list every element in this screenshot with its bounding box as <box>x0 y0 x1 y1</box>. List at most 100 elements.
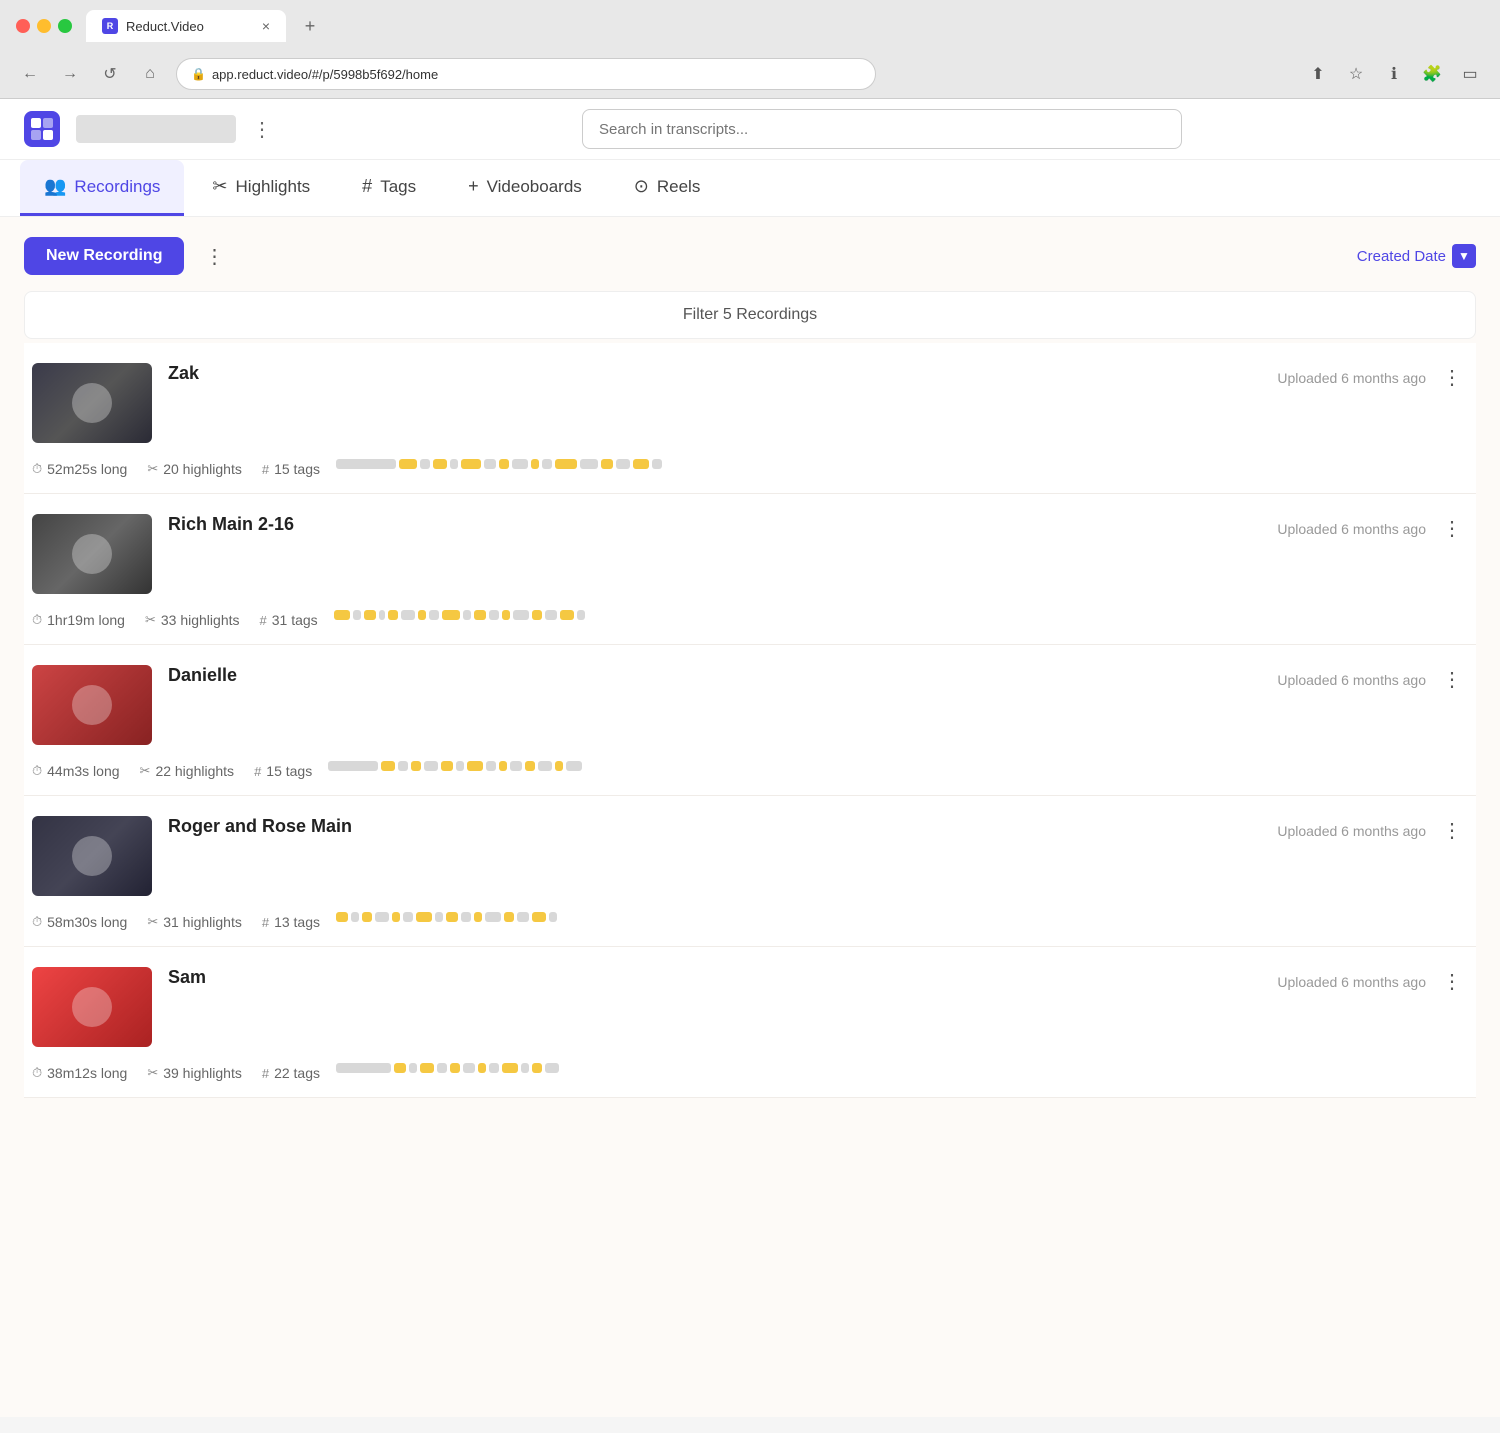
timeline-segment <box>521 1063 529 1073</box>
recording-header: Roger and Rose Main Uploaded 6 months ag… <box>32 816 1468 896</box>
timeline-segment <box>446 912 458 922</box>
person-avatar <box>72 836 112 876</box>
timeline-segment <box>351 912 359 922</box>
timeline-segment <box>580 459 598 469</box>
timeline-segment <box>381 761 395 771</box>
recording-card[interactable]: Sam Uploaded 6 months ago ⋮ ⏱ 38m12s lon… <box>24 947 1476 1098</box>
recording-thumbnail[interactable] <box>32 967 152 1047</box>
upload-time: Uploaded 6 months ago <box>1277 823 1426 839</box>
toolbar-more-button[interactable]: ⋮ <box>196 238 232 274</box>
upload-time: Uploaded 6 months ago <box>1277 521 1426 537</box>
tags-stat: # 13 tags <box>262 914 320 930</box>
forward-button[interactable]: → <box>56 60 84 88</box>
filter-bar[interactable]: Filter 5 Recordings <box>24 291 1476 339</box>
recording-footer: ⏱ 38m12s long ✂ 39 highlights # 22 tags <box>32 1055 1468 1081</box>
timeline-segment <box>532 912 546 922</box>
timeline-segment <box>420 459 430 469</box>
recording-thumbnail[interactable] <box>32 665 152 745</box>
tab-close-button[interactable]: × <box>262 18 270 34</box>
recording-thumbnail[interactable] <box>32 363 152 443</box>
timeline-segment <box>545 1063 559 1073</box>
recording-thumbnail[interactable] <box>32 514 152 594</box>
tab-videoboards[interactable]: + Videoboards <box>444 160 606 216</box>
recording-name: Zak <box>168 363 1261 384</box>
timeline-segment <box>513 610 529 620</box>
timeline-segment <box>442 610 460 620</box>
card-menu-button[interactable]: ⋮ <box>1436 967 1468 996</box>
browser-tab[interactable]: R Reduct.Video × <box>86 10 286 42</box>
address-bar[interactable]: 🔒 app.reduct.video/#/p/5998b5f692/home <box>176 58 876 90</box>
recording-header: Rich Main 2-16 Uploaded 6 months ago ⋮ <box>32 514 1468 594</box>
topbar-more-button[interactable]: ⋮ <box>252 117 272 142</box>
recording-header: Danielle Uploaded 6 months ago ⋮ <box>32 665 1468 745</box>
extensions-button[interactable]: 🧩 <box>1418 60 1446 88</box>
home-button[interactable]: ⌂ <box>136 60 164 88</box>
card-menu-button[interactable]: ⋮ <box>1436 363 1468 392</box>
timeline-segment <box>433 459 447 469</box>
close-traffic-light[interactable] <box>16 19 30 33</box>
recording-card[interactable]: Zak Uploaded 6 months ago ⋮ ⏱ 52m25s lon… <box>24 343 1476 494</box>
app-nav: 👥 Recordings ✂ Highlights # Tags + Video… <box>0 160 1500 217</box>
recording-card[interactable]: Danielle Uploaded 6 months ago ⋮ ⏱ 44m3s… <box>24 645 1476 796</box>
highlights-value: 31 highlights <box>163 914 242 930</box>
card-menu-button[interactable]: ⋮ <box>1436 665 1468 694</box>
recording-card[interactable]: Roger and Rose Main Uploaded 6 months ag… <box>24 796 1476 947</box>
thumb-person <box>32 665 152 745</box>
tab-recordings[interactable]: 👥 Recordings <box>20 160 184 216</box>
highlights-stat: ✂ 31 highlights <box>147 914 242 930</box>
recording-name: Sam <box>168 967 1261 988</box>
timeline-segment <box>545 610 557 620</box>
thumb-person <box>32 816 152 896</box>
timeline-segment <box>429 610 439 620</box>
recording-thumbnail[interactable] <box>32 816 152 896</box>
recording-stats: ⏱ 1hr19m long ✂ 33 highlights # 31 tags <box>32 612 318 628</box>
highlights-value: 22 highlights <box>155 763 234 779</box>
recording-meta-right: Uploaded 6 months ago ⋮ <box>1277 665 1468 694</box>
timeline-segment <box>517 912 529 922</box>
maximize-traffic-light[interactable] <box>58 19 72 33</box>
new-tab-button[interactable]: + <box>296 12 324 40</box>
highlights-stat-icon: ✂ <box>145 612 156 628</box>
recording-name: Rich Main 2-16 <box>168 514 1261 535</box>
share-button[interactable]: ⬆ <box>1304 60 1332 88</box>
tab-reels[interactable]: ⊙ Reels <box>610 160 725 216</box>
search-input[interactable] <box>582 109 1182 149</box>
highlights-stat: ✂ 22 highlights <box>140 763 235 779</box>
timeline-segment <box>450 1063 460 1073</box>
timeline-segment <box>364 610 376 620</box>
tags-value: 15 tags <box>274 461 320 477</box>
bookmark-button[interactable]: ☆ <box>1342 60 1370 88</box>
card-menu-button[interactable]: ⋮ <box>1436 816 1468 845</box>
tags-stat-icon: # <box>262 462 269 477</box>
tab-tags-label: Tags <box>380 177 416 197</box>
timeline-segment <box>538 761 552 771</box>
recording-info: Roger and Rose Main <box>168 816 1261 839</box>
back-button[interactable]: ← <box>16 60 44 88</box>
timeline-segment <box>532 610 542 620</box>
timeline-segment <box>484 459 496 469</box>
reels-icon: ⊙ <box>634 176 649 197</box>
card-menu-button[interactable]: ⋮ <box>1436 514 1468 543</box>
timeline-bar <box>328 761 1468 771</box>
refresh-button[interactable]: ↺ <box>96 60 124 88</box>
tab-tags[interactable]: # Tags <box>338 160 440 216</box>
sidebar-button[interactable]: ▭ <box>1456 60 1484 88</box>
tab-recordings-label: Recordings <box>74 177 160 197</box>
app-topbar: ⋮ <box>0 99 1500 160</box>
tags-stat-icon: # <box>262 915 269 930</box>
recordings-toolbar: New Recording ⋮ Created Date ▼ <box>24 237 1476 275</box>
recordings-list: Zak Uploaded 6 months ago ⋮ ⏱ 52m25s lon… <box>24 343 1476 1098</box>
timeline-segment <box>424 761 438 771</box>
tags-stat: # 15 tags <box>254 763 312 779</box>
minimize-traffic-light[interactable] <box>37 19 51 33</box>
recording-stats: ⏱ 38m12s long ✂ 39 highlights # 22 tags <box>32 1065 320 1081</box>
recording-footer: ⏱ 1hr19m long ✂ 33 highlights # 31 tags <box>32 602 1468 628</box>
sort-button[interactable]: Created Date ▼ <box>1357 244 1476 268</box>
highlights-stat-icon: ✂ <box>147 1065 158 1081</box>
new-recording-button[interactable]: New Recording <box>24 237 184 275</box>
tab-highlights[interactable]: ✂ Highlights <box>188 160 334 216</box>
info-button[interactable]: ℹ <box>1380 60 1408 88</box>
recording-meta-right: Uploaded 6 months ago ⋮ <box>1277 363 1468 392</box>
recording-card[interactable]: Rich Main 2-16 Uploaded 6 months ago ⋮ ⏱… <box>24 494 1476 645</box>
app-logo <box>24 111 60 147</box>
